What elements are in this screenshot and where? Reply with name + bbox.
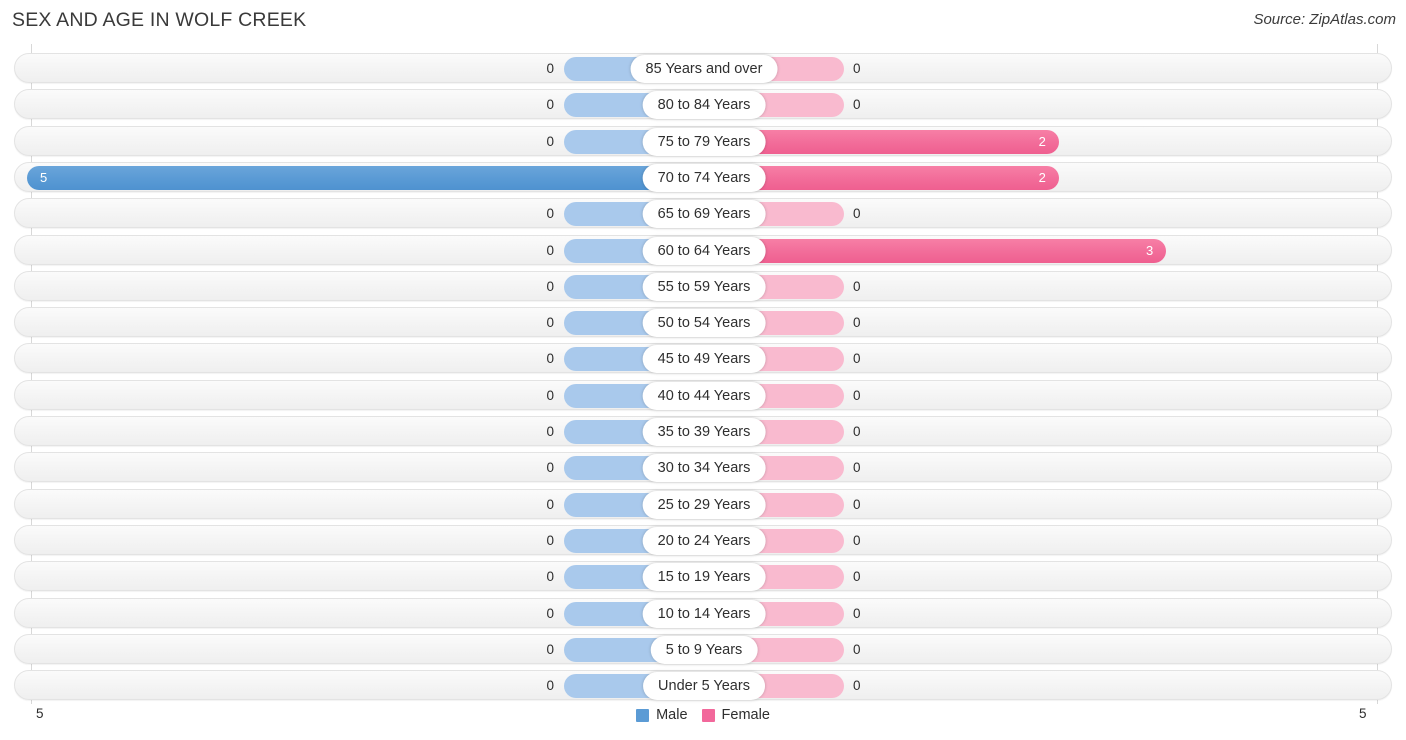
- female-value: 0: [853, 678, 861, 694]
- age-group-row[interactable]: 0 0 45 to 49 Years: [14, 343, 1392, 374]
- female-value: 0: [853, 641, 861, 657]
- population-pyramid-plot: 0 0 85 Years and over 0 0 80 to 84 Years 2 0 75 …: [0, 44, 1406, 704]
- female-value: 2: [1038, 169, 1046, 185]
- chart-footer: 5 5 Male Female: [0, 704, 1406, 740]
- legend-item-female[interactable]: Female: [701, 707, 770, 723]
- age-group-row[interactable]: 0 0 35 to 39 Years: [14, 416, 1392, 446]
- male-value: 0: [546, 97, 554, 113]
- male-value: 0: [546, 242, 554, 258]
- age-group-label: 20 to 24 Years: [642, 526, 766, 555]
- legend-label-male: Male: [656, 707, 688, 723]
- male-value: 0: [546, 569, 554, 585]
- female-value: 0: [853, 278, 861, 294]
- female-value: 0: [853, 351, 861, 367]
- male-value: 0: [546, 351, 554, 367]
- male-value: 0: [546, 133, 554, 149]
- male-value: 0: [546, 424, 554, 439]
- male-value: 0: [546, 460, 554, 476]
- age-group-label: 15 to 19 Years: [642, 563, 766, 592]
- female-value: 0: [853, 97, 861, 113]
- age-group-label: 55 to 59 Years: [642, 272, 766, 301]
- male-value: 0: [546, 605, 554, 621]
- male-value: 0: [546, 387, 554, 403]
- female-bar[interactable]: 3: [704, 238, 1167, 263]
- female-value: 0: [853, 424, 861, 439]
- chart-legend: Male Female: [0, 707, 1406, 723]
- age-group-label: 60 to 64 Years: [642, 236, 766, 265]
- legend-swatch-male-icon: [636, 708, 650, 722]
- female-value: 0: [853, 61, 861, 76]
- male-value: 0: [546, 532, 554, 548]
- age-group-row[interactable]: 0 0 85 Years and over: [14, 53, 1392, 83]
- age-group-label: 70 to 74 Years: [642, 163, 766, 192]
- legend-label-female: Female: [721, 707, 770, 723]
- female-value: 0: [853, 387, 861, 403]
- male-bar[interactable]: 5: [27, 165, 704, 190]
- age-group-row[interactable]: 0 0 15 to 19 Years: [14, 561, 1392, 592]
- male-value: 5: [40, 169, 48, 185]
- male-value: 0: [546, 678, 554, 694]
- age-group-row[interactable]: 0 0 30 to 34 Years: [14, 452, 1392, 483]
- age-group-row[interactable]: 3 0 60 to 64 Years: [14, 234, 1392, 265]
- age-group-label: 45 to 49 Years: [642, 345, 766, 374]
- source-label: Source: ZipAtlas.com: [1253, 11, 1396, 28]
- age-group-label: 50 to 54 Years: [642, 309, 766, 338]
- female-value: 0: [853, 206, 861, 222]
- age-group-label: 30 to 34 Years: [642, 454, 766, 483]
- age-group-row[interactable]: 0 0 80 to 84 Years: [14, 89, 1392, 120]
- female-value: 0: [853, 569, 861, 585]
- age-group-label: 5 to 9 Years: [650, 635, 758, 664]
- legend-swatch-female-icon: [701, 708, 715, 722]
- age-group-label: 80 to 84 Years: [642, 91, 766, 120]
- female-value: 0: [853, 532, 861, 548]
- age-group-row[interactable]: 0 0 10 to 14 Years: [14, 597, 1392, 628]
- age-group-row[interactable]: 0 0 25 to 29 Years: [14, 488, 1392, 519]
- age-group-label: 75 to 79 Years: [642, 127, 766, 156]
- age-group-row[interactable]: 5 2 70 to 74 Years: [14, 161, 1392, 192]
- page-title: SEX AND AGE IN WOLF CREEK: [12, 9, 307, 31]
- age-group-row[interactable]: 0 0 Under 5 Years: [14, 670, 1392, 701]
- female-value: 0: [853, 315, 861, 331]
- female-value: 0: [853, 460, 861, 476]
- female-value: 2: [1038, 133, 1046, 149]
- female-value: 0: [853, 496, 861, 512]
- age-group-row[interactable]: 0 0 55 to 59 Years: [14, 270, 1392, 301]
- age-group-row[interactable]: 2 0 75 to 79 Years: [14, 125, 1392, 156]
- male-value: 0: [546, 206, 554, 222]
- age-group-label: 65 to 69 Years: [642, 200, 766, 229]
- age-group-row[interactable]: 0 0 40 to 44 Years: [14, 379, 1392, 410]
- male-value: 0: [546, 641, 554, 657]
- age-group-label: 25 to 29 Years: [642, 490, 766, 519]
- age-group-label: 85 Years and over: [630, 55, 778, 83]
- age-group-label: 35 to 39 Years: [642, 418, 766, 446]
- age-group-row[interactable]: 0 0 20 to 24 Years: [14, 524, 1392, 555]
- age-group-row[interactable]: 0 0 50 to 54 Years: [14, 307, 1392, 338]
- female-value: 0: [853, 605, 861, 621]
- age-group-label: 10 to 14 Years: [642, 599, 766, 628]
- age-group-row[interactable]: 0 0 65 to 69 Years: [14, 198, 1392, 229]
- male-value: 0: [546, 496, 554, 512]
- chart-header: SEX AND AGE IN WOLF CREEK Source: ZipAtl…: [0, 0, 1406, 44]
- age-group-row[interactable]: 0 0 5 to 9 Years: [14, 633, 1392, 664]
- male-value: 0: [546, 315, 554, 331]
- male-value: 0: [546, 61, 554, 76]
- legend-item-male[interactable]: Male: [636, 707, 688, 723]
- female-value: 3: [1145, 242, 1154, 258]
- age-group-label: 40 to 44 Years: [642, 381, 766, 410]
- male-value: 0: [546, 278, 554, 294]
- age-group-label: Under 5 Years: [643, 672, 765, 701]
